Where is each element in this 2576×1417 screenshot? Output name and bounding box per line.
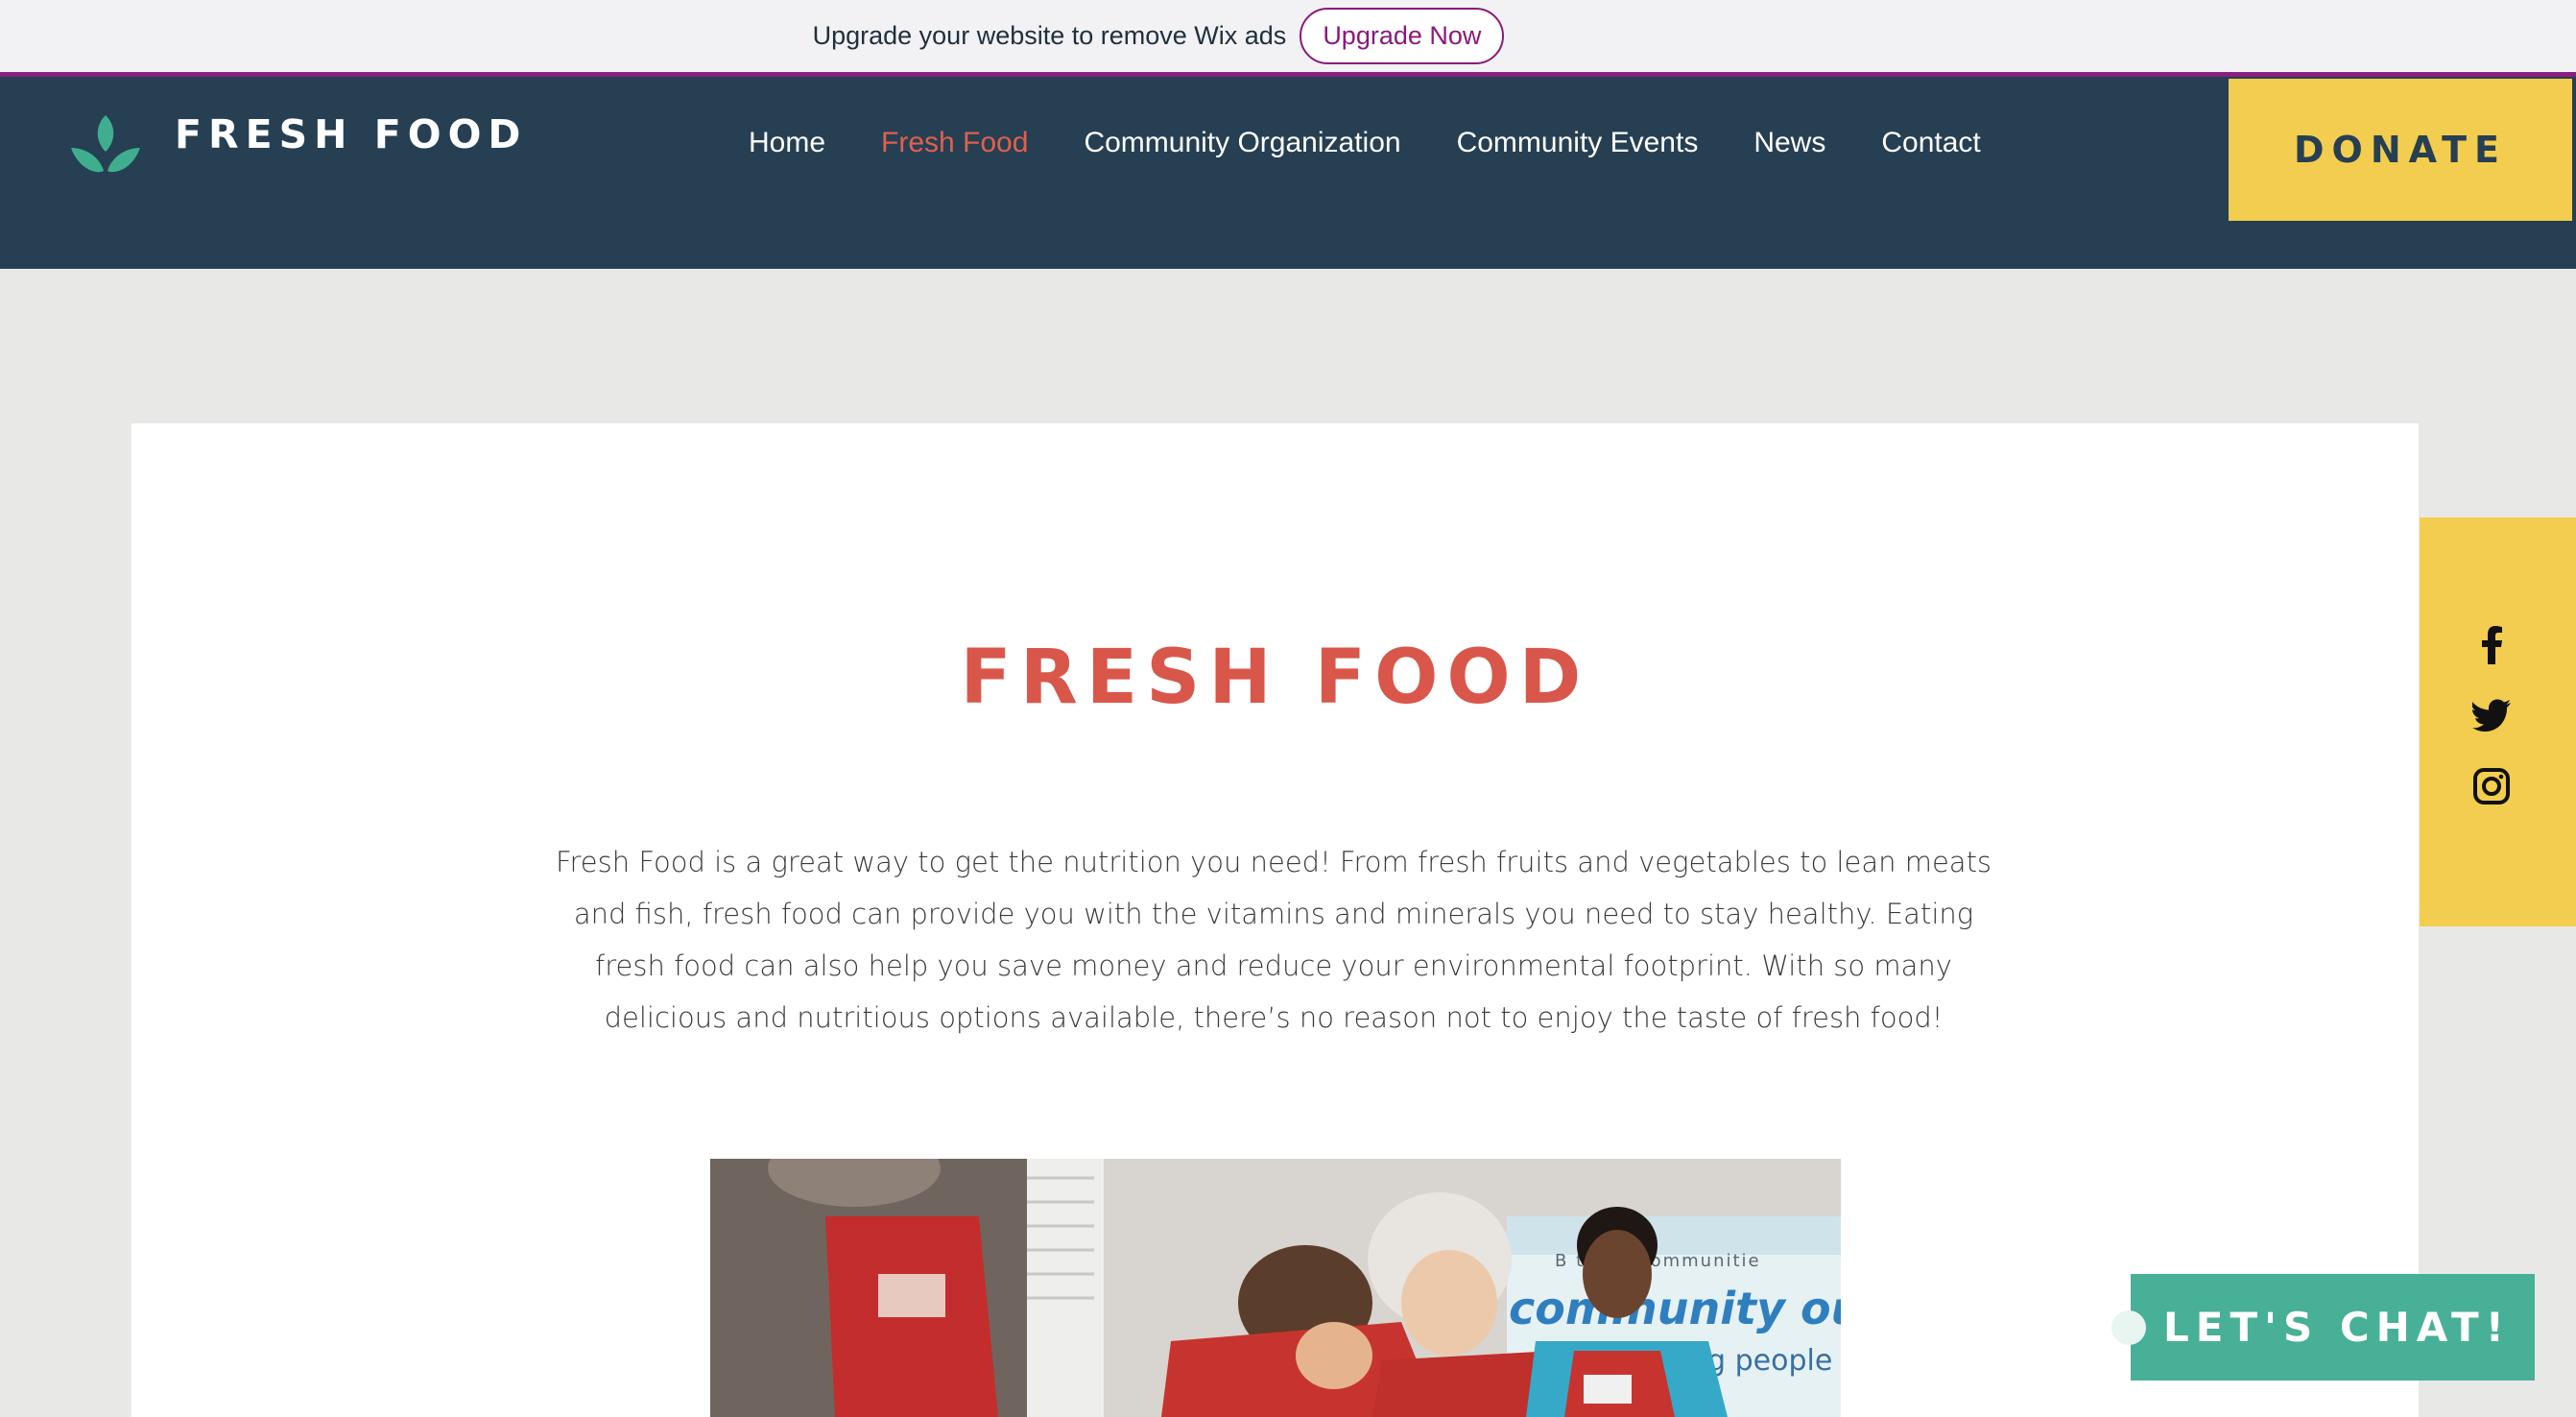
photo-banner-line2: community outrea	[1509, 1283, 1841, 1334]
wix-ad-banner: Upgrade your website to remove Wix ads U…	[0, 0, 2576, 72]
nav-community-organization[interactable]: Community Organization	[1084, 127, 1400, 159]
nav-fresh-food[interactable]: Fresh Food	[881, 127, 1028, 159]
site-logo-text[interactable]: FRESH FOOD	[175, 111, 527, 157]
nav-community-events[interactable]: Community Events	[1457, 127, 1699, 159]
chat-bubble-icon	[2111, 1309, 2146, 1345]
donate-button[interactable]: DONATE	[2229, 79, 2572, 221]
wix-ad-message: Upgrade your website to remove Wix ads	[812, 21, 1287, 50]
twitter-icon[interactable]	[2472, 696, 2511, 734]
social-bar	[2420, 517, 2576, 926]
site-header: FRESH FOOD Home Fresh Food Community Org…	[0, 77, 2576, 269]
nav-contact[interactable]: Contact	[1881, 127, 1980, 159]
volunteers-photo: B trong communitie community outrea ng p…	[710, 1159, 1841, 1417]
page-title: FRESH FOOD	[960, 635, 1590, 721]
facebook-icon[interactable]	[2472, 626, 2511, 664]
instagram-icon[interactable]	[2472, 767, 2511, 805]
main-nav: Home Fresh Food Community Organization C…	[749, 127, 2037, 159]
nav-news[interactable]: News	[1753, 127, 1825, 159]
content-card: FRESH FOOD Fresh Food is a great way to …	[131, 423, 2419, 1417]
chat-label: LET'S CHAT!	[2163, 1304, 2511, 1351]
nav-home[interactable]: Home	[749, 127, 825, 159]
lets-chat-button[interactable]: LET'S CHAT!	[2111, 1274, 2535, 1381]
upgrade-now-button[interactable]: Upgrade Now	[1300, 8, 1505, 64]
leaf-logo-icon[interactable]	[69, 113, 142, 177]
intro-paragraph: Fresh Food is a great way to get the nut…	[555, 846, 1992, 1034]
